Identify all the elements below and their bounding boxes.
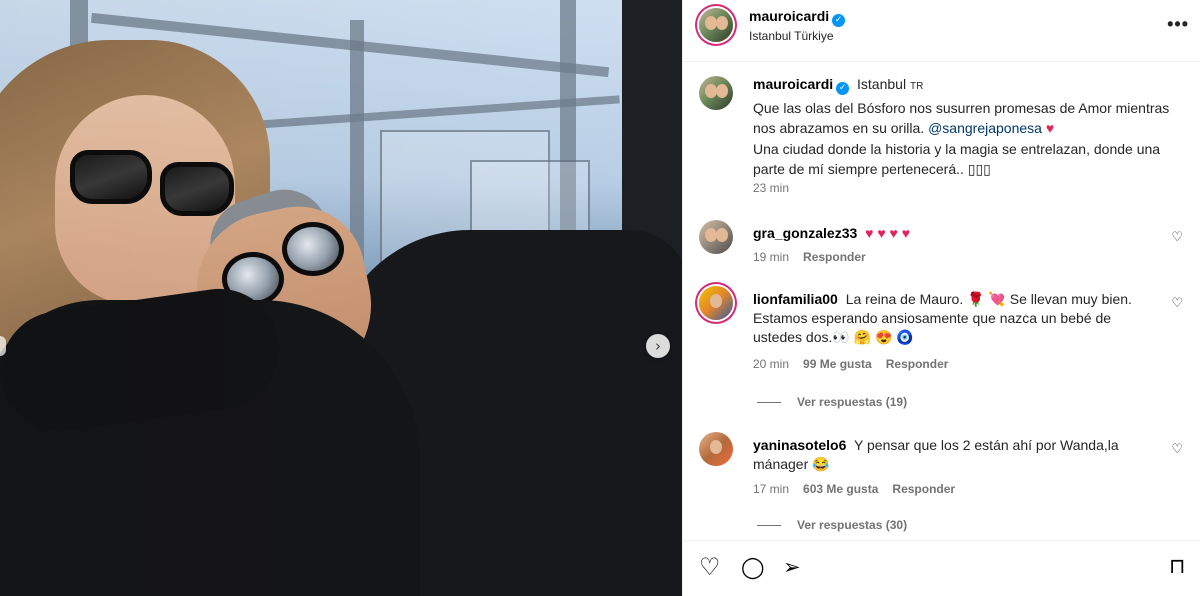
post-header: mauroicardi ✓ Istanbul Türkiye ••• xyxy=(683,0,1200,62)
comment-username[interactable]: yaninasotelo6 xyxy=(753,437,846,453)
comment-text: yaninasotelo6 Y pensar que los 2 están a… xyxy=(753,436,1143,474)
caption-username[interactable]: mauroicardi xyxy=(753,76,833,92)
avatar-face xyxy=(716,228,728,242)
avatar-face xyxy=(716,84,728,98)
comment-time[interactable]: 20 min xyxy=(753,357,789,371)
more-options-icon[interactable]: ••• xyxy=(1167,14,1189,35)
verified-badge-icon: ✓ xyxy=(836,82,850,95)
next-photo-button[interactable]: › xyxy=(646,334,670,358)
caption-timestamp[interactable]: 23 min xyxy=(753,181,789,195)
photo-overlay xyxy=(0,0,682,596)
caption-text: mauroicardi ✓ Istanbul TR Que las olas de… xyxy=(753,74,1193,180)
post-photo[interactable]: › xyxy=(0,0,682,596)
replies-divider xyxy=(757,402,781,404)
comment-likes[interactable]: 99 Me gusta xyxy=(803,357,872,371)
caption-author-avatar[interactable] xyxy=(699,76,733,110)
view-replies-label[interactable]: Ver respuestas (30) xyxy=(797,518,907,532)
comment-like-heart-icon[interactable]: ♡ xyxy=(1171,442,1183,457)
share-icon[interactable]: ➢ xyxy=(783,555,801,579)
comment-meta: 20 min 99 Me gusta Responder xyxy=(753,357,962,371)
caption-line-2: Una ciudad donde la historia y la magia … xyxy=(753,140,1161,178)
author-username-text[interactable]: mauroicardi xyxy=(749,8,829,24)
comment-reply-button[interactable]: Responder xyxy=(803,250,866,264)
comment-time[interactable]: 17 min xyxy=(753,482,789,496)
comment-like-heart-icon[interactable]: ♡ xyxy=(1171,230,1183,245)
comment-time[interactable]: 19 min xyxy=(753,250,789,264)
caption-mention[interactable]: @sangrejaponesa xyxy=(928,120,1042,136)
view-replies-button[interactable]: Ver respuestas (19) xyxy=(757,395,907,409)
caption-location-flag: TR xyxy=(909,81,924,92)
caption-location[interactable]: Istanbul xyxy=(857,76,906,92)
commenter-avatar[interactable] xyxy=(699,286,733,320)
bookmark-icon[interactable]: ⊓ xyxy=(1169,554,1185,578)
comment-username[interactable]: gra_gonzalez33 xyxy=(753,225,857,241)
heart-icon[interactable]: ♡ xyxy=(699,553,721,581)
author-avatar[interactable] xyxy=(699,8,733,42)
comment-reply-button[interactable]: Responder xyxy=(886,357,949,371)
post-actions-bar: ♡ ◯ ➢ ⊓ xyxy=(683,540,1200,596)
comment-username[interactable]: lionfamilia00 xyxy=(753,291,838,307)
chevron-right-icon: › xyxy=(655,337,661,355)
post-side-panel: mauroicardi ✓ Istanbul Türkiye ••• mauroi… xyxy=(682,0,1200,596)
comment-body: ♥ ♥ ♥ ♥ xyxy=(865,225,911,241)
comment-likes[interactable]: 603 Me gusta xyxy=(803,482,878,496)
view-replies-button[interactable]: Ver respuestas (30) xyxy=(757,518,907,532)
comment-meta: 17 min 603 Me gusta Responder xyxy=(753,482,969,496)
avatar-face xyxy=(716,16,728,30)
comment-text: lionfamilia00 La reina de Mauro. 🌹 💘 Se … xyxy=(753,290,1143,347)
view-replies-label[interactable]: Ver respuestas (19) xyxy=(797,395,907,409)
commenter-avatar[interactable] xyxy=(699,220,733,254)
comment-like-heart-icon[interactable]: ♡ xyxy=(1171,296,1183,311)
author-username[interactable]: mauroicardi ✓ xyxy=(749,8,846,27)
comment-icon[interactable]: ◯ xyxy=(741,555,765,579)
replies-divider xyxy=(757,525,781,527)
commenter-avatar[interactable] xyxy=(699,432,733,466)
verified-badge-icon: ✓ xyxy=(832,14,846,27)
avatar-face xyxy=(710,294,722,308)
post-location[interactable]: Istanbul Türkiye xyxy=(749,29,834,43)
heart-emoji: ♥ xyxy=(1045,120,1055,136)
comment-reply-button[interactable]: Responder xyxy=(892,482,955,496)
prev-edge-indicator xyxy=(0,336,6,356)
avatar-face xyxy=(710,440,722,454)
comment-meta: 19 min Responder xyxy=(753,250,880,264)
comment-text: gra_gonzalez33 ♥ ♥ ♥ ♥ xyxy=(753,224,1143,243)
